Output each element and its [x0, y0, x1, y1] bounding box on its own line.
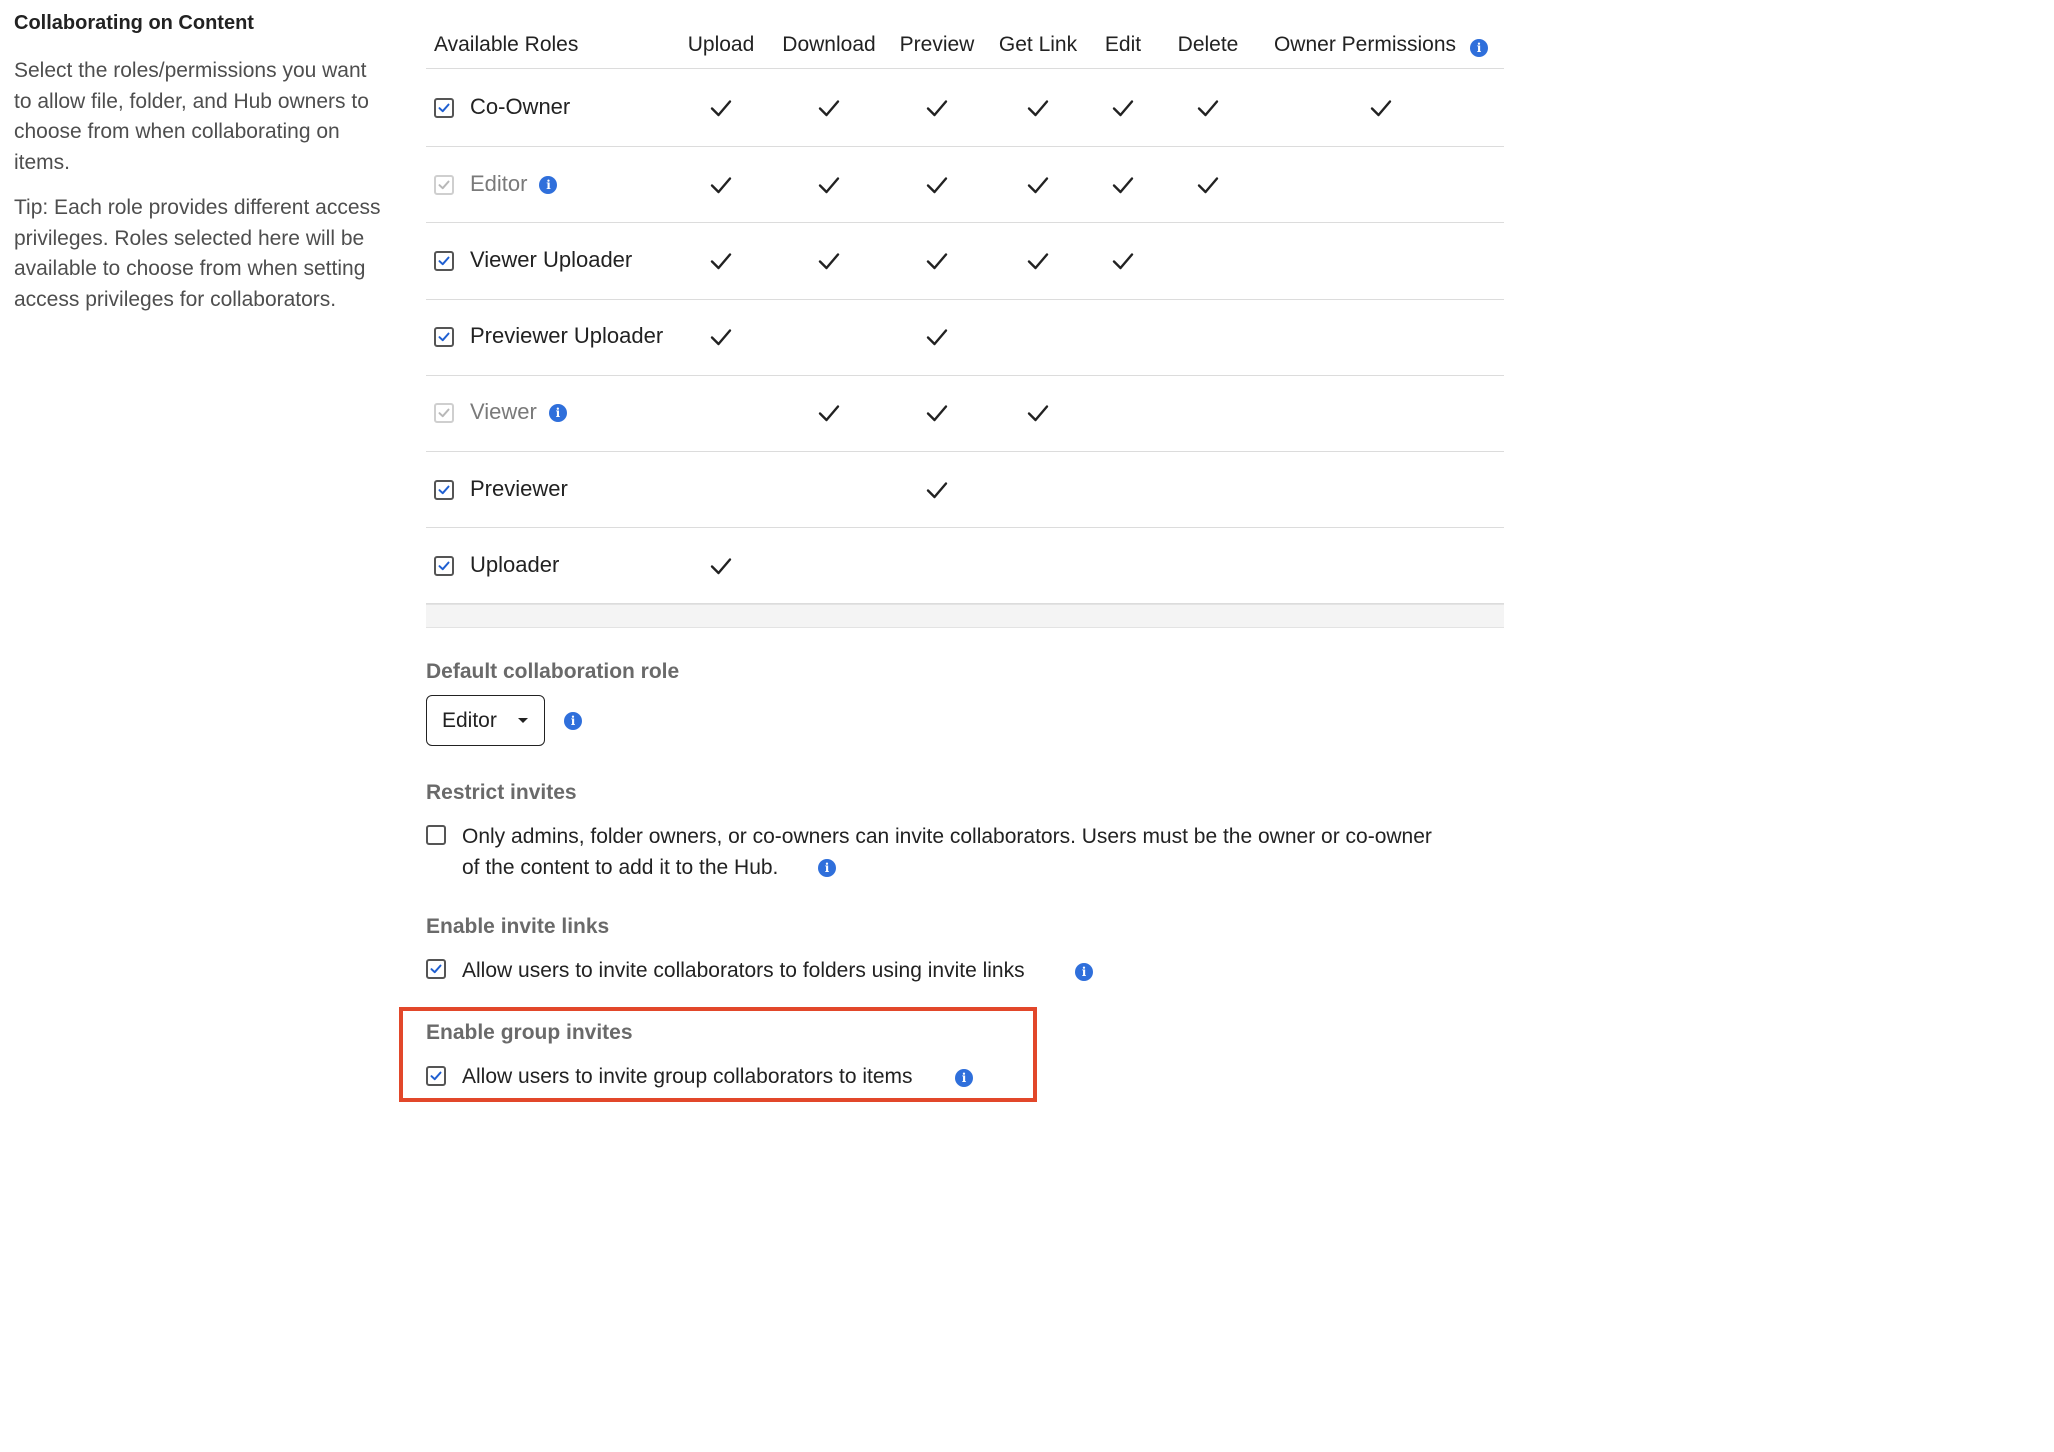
header-get-link: Get Link: [998, 33, 1078, 56]
permission-check-icon-preview: [926, 326, 948, 348]
role-info-icon-editor[interactable]: i: [539, 176, 558, 194]
permission-check-icon-upload: [710, 97, 732, 119]
restrict-invites-text-1: Only admins, folder owners, or co-owners…: [462, 825, 1432, 848]
role-label-co-owner: Co-Owner: [470, 94, 571, 119]
role-checkbox-co-owner[interactable]: [434, 98, 454, 118]
permission-check-icon-edit: [1112, 97, 1134, 119]
group-invites-text: Allow users to invite group collaborator…: [462, 1065, 913, 1088]
header-owner-permissions: Owner Permissions: [1273, 33, 1457, 56]
group-invites-heading: Enable group invites: [426, 1021, 633, 1044]
role-checkbox-previewer[interactable]: [434, 480, 454, 500]
row-divider: [426, 146, 1504, 147]
caret-down-icon: [518, 718, 528, 723]
header-preview: Preview: [899, 33, 975, 56]
permission-check-icon-download: [818, 402, 840, 424]
row-divider: [426, 222, 1504, 223]
role-label-viewer: Viewer: [470, 399, 537, 424]
permission-check-icon-get-link: [1027, 174, 1049, 196]
row-divider: [426, 451, 1504, 452]
default-role-value: Editor: [442, 708, 497, 732]
role-checkbox-editor: [434, 175, 454, 195]
permission-check-icon-delete: [1197, 174, 1219, 196]
header-delete: Delete: [1177, 33, 1239, 56]
default-role-heading: Default collaboration role: [426, 660, 680, 683]
group-invites-info-icon[interactable]: i: [955, 1069, 973, 1087]
role-label-editor: Editor: [470, 171, 528, 196]
row-divider: [426, 299, 1504, 300]
permission-check-icon-preview: [926, 174, 948, 196]
permission-check-icon-edit: [1112, 250, 1134, 272]
invite-links-text: Allow users to invite collaborators to f…: [462, 959, 1025, 982]
permission-check-icon-delete: [1197, 97, 1219, 119]
restrict-invites-info-icon[interactable]: i: [818, 859, 836, 877]
permission-check-icon-upload: [710, 250, 732, 272]
permission-check-icon-owner-permissions: [1370, 97, 1392, 119]
restrict-invites-text-2: of the content to add it to the Hub.: [462, 856, 779, 879]
role-checkbox-viewer-uploader[interactable]: [434, 251, 454, 271]
permission-check-icon-preview: [926, 250, 948, 272]
default-role-info-icon[interactable]: i: [564, 712, 582, 730]
role-label-previewer-uploader: Previewer Uploader: [470, 323, 664, 348]
header-available-roles: Available Roles: [434, 33, 579, 56]
permission-check-icon-preview: [926, 402, 948, 424]
table-footer-band: [426, 604, 1504, 628]
permission-check-icon-get-link: [1027, 402, 1049, 424]
header-download: Download: [782, 33, 876, 56]
header-edit: Edit: [1104, 33, 1142, 56]
table-header-divider: [426, 68, 1504, 69]
permission-check-icon-upload: [710, 326, 732, 348]
role-label-viewer-uploader: Viewer Uploader: [470, 247, 633, 272]
role-checkbox-viewer: [434, 403, 454, 423]
restrict-invites-checkbox[interactable]: [426, 825, 446, 845]
permission-check-icon-get-link: [1027, 250, 1049, 272]
invite-links-heading: Enable invite links: [426, 915, 610, 938]
header-upload: Upload: [687, 33, 755, 56]
role-label-uploader: Uploader: [470, 552, 560, 577]
row-divider: [426, 527, 1504, 528]
section-title: Collaborating on Content: [14, 12, 254, 34]
permission-check-icon-download: [818, 174, 840, 196]
group-invites-checkbox[interactable]: [426, 1066, 446, 1086]
invite-links-info-icon[interactable]: i: [1075, 963, 1093, 981]
default-role-dropdown[interactable]: Editor: [426, 695, 545, 746]
section-description: Select the roles/permissions you want to…: [14, 59, 369, 174]
permission-check-icon-upload: [710, 555, 732, 577]
permission-check-icon-upload: [710, 174, 732, 196]
owner-permissions-info-icon[interactable]: i: [1470, 39, 1488, 57]
permission-check-icon-preview: [926, 479, 948, 501]
role-checkbox-uploader[interactable]: [434, 556, 454, 576]
role-label-previewer: Previewer: [470, 476, 568, 501]
role-checkbox-previewer-uploader[interactable]: [434, 327, 454, 347]
role-info-icon-viewer[interactable]: i: [548, 404, 567, 422]
invite-links-checkbox[interactable]: [426, 959, 446, 979]
restrict-invites-heading: Restrict invites: [426, 781, 577, 804]
section-tip: Tip: Each role provides different access…: [14, 196, 381, 311]
permission-check-icon-preview: [926, 97, 948, 119]
permission-check-icon-edit: [1112, 174, 1134, 196]
permission-check-icon-download: [818, 250, 840, 272]
permission-check-icon-download: [818, 97, 840, 119]
row-divider: [426, 375, 1504, 376]
permission-check-icon-get-link: [1027, 97, 1049, 119]
